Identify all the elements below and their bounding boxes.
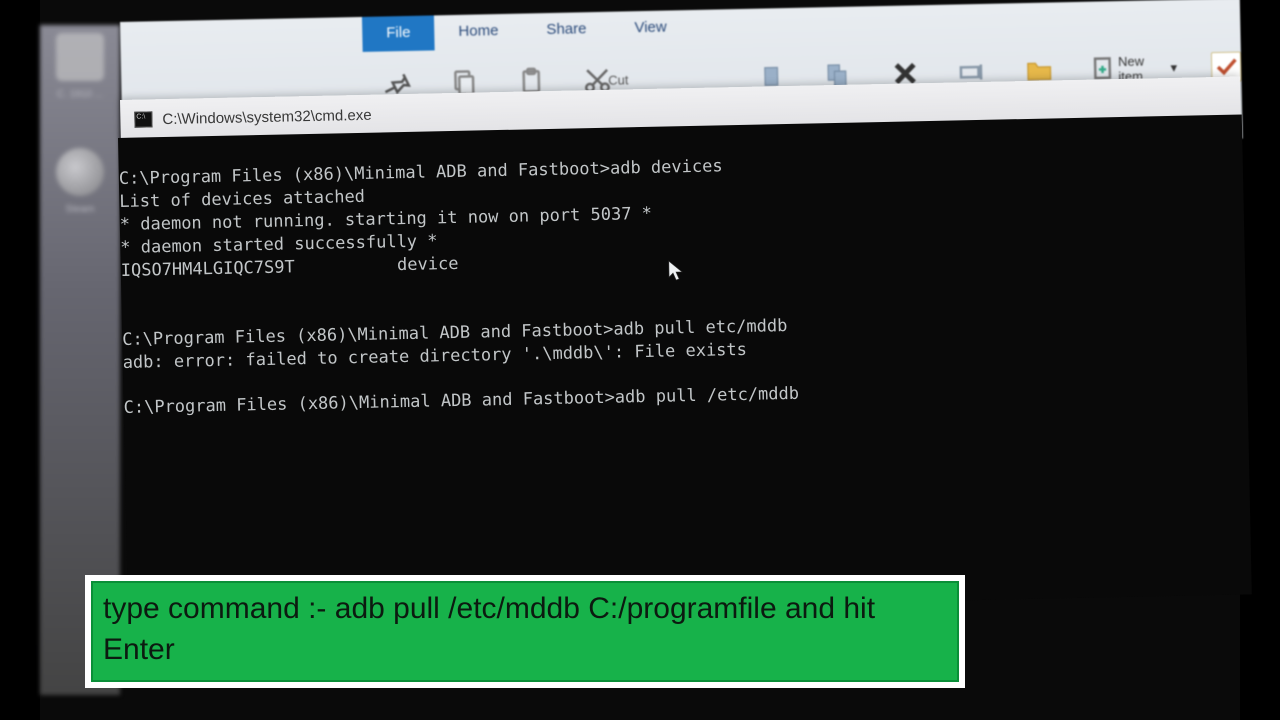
tab-share[interactable]: Share bbox=[522, 12, 611, 49]
chevron-down-icon: ▾ bbox=[1170, 60, 1177, 76]
instruction-overlay: type command :- adb pull /etc/mddb C:/pr… bbox=[85, 575, 965, 688]
letterbox-left bbox=[0, 0, 40, 720]
desktop-icon-steam[interactable] bbox=[56, 148, 104, 196]
cmd-title-text: C:\Windows\system32\cmd.exe bbox=[162, 106, 372, 127]
instruction-text: type command :- adb pull /etc/mddb C:/pr… bbox=[91, 581, 959, 682]
cmd-line: C:\Program Files (x86)\Minimal ADB and F… bbox=[123, 384, 799, 418]
tab-view[interactable]: View bbox=[610, 10, 691, 47]
cut-label: Cut bbox=[608, 72, 629, 87]
cmd-icon bbox=[134, 111, 152, 127]
tab-home[interactable]: Home bbox=[434, 14, 523, 51]
tab-file[interactable]: File bbox=[362, 15, 435, 52]
cmd-line: IQSO7HM4LGIQC7S9T device bbox=[121, 254, 459, 281]
cmd-output-area[interactable]: C:\Program Files (x86)\Minimal ADB and F… bbox=[118, 114, 1252, 617]
cmd-line: * daemon started successfully * bbox=[120, 231, 438, 258]
cmd-line: List of devices attached bbox=[119, 187, 365, 212]
desktop-label: C. 1910 ... bbox=[40, 89, 120, 100]
desktop-icon-generic[interactable] bbox=[56, 33, 104, 81]
cmd-line: C:\Program Files (x86)\Minimal ADB and F… bbox=[119, 156, 723, 189]
desktop-label-steam: Steam bbox=[40, 204, 120, 215]
